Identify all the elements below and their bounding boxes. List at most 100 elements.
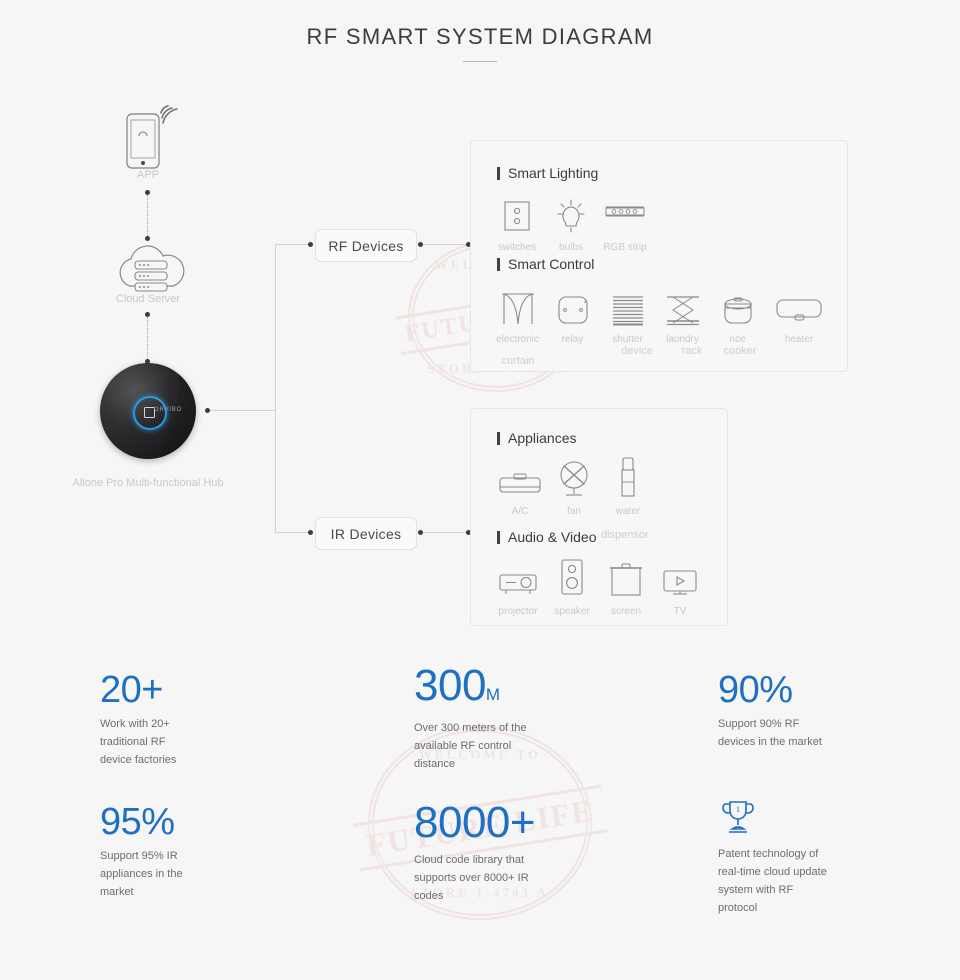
air-conditioner-icon	[498, 452, 542, 498]
smart-control-icon-row: electronic relay shutter laundry rice he…	[490, 280, 833, 347]
connector-app-cloud	[147, 195, 148, 238]
hub-label: Allone Pro Multi-functional Hub	[72, 477, 224, 489]
curtain-icon	[500, 280, 536, 326]
stat-card-90-percent: 90% Support 90% RF devices in the market	[718, 668, 838, 751]
appliances-icon-row: A/C fan water	[493, 452, 655, 519]
hub-brand-label: ORVIBO	[154, 407, 183, 413]
app-phone-icon	[125, 100, 178, 169]
speaker-icon	[559, 552, 585, 598]
stat-text: Cloud code library that supports over 80…	[414, 854, 529, 902]
device-label: TV	[673, 606, 687, 617]
stat-card-8000-plus: 8000+ Cloud code library that supports o…	[414, 798, 536, 905]
laundry-rack-icon	[664, 280, 702, 326]
shutter-icon	[611, 280, 645, 326]
stat-card-300m: 300M Over 300 meters of the available RF…	[414, 662, 554, 773]
device-label: A/C	[511, 506, 529, 517]
device-label: relay	[561, 334, 584, 345]
device-label: projector	[498, 606, 538, 617]
device-label: screen	[610, 606, 641, 617]
device-item-speaker[interactable]: speaker	[545, 552, 599, 619]
app-label: APP	[136, 169, 159, 181]
device-label: switches	[497, 242, 537, 253]
device-item-ac[interactable]: A/C	[493, 452, 547, 519]
device-item-screen[interactable]: screen	[599, 552, 653, 619]
flow-line-ir-panel	[423, 532, 468, 533]
stat-text: Support 90% RF devices in the market	[718, 718, 822, 748]
device-label: electronic	[496, 334, 539, 345]
smart-lighting-icon-row: switches bulbs RGB strip	[490, 188, 652, 255]
connector-node	[308, 530, 313, 535]
screen-icon	[608, 552, 644, 598]
device-item-laundry-rack[interactable]: laundry	[655, 280, 710, 347]
device-label: heater	[784, 334, 814, 345]
audio-video-icon-row: projector speaker screen TV	[491, 552, 707, 619]
tv-icon	[661, 552, 699, 598]
device-item-relay[interactable]: relay	[545, 280, 600, 347]
device-item-heater[interactable]: heater	[765, 280, 833, 347]
cloud-server-label: Cloud Server	[115, 293, 181, 305]
device-item-bulbs[interactable]: bulbs	[544, 188, 598, 255]
device-label: fan	[567, 506, 581, 517]
device-item-shutter-device[interactable]: shutter	[600, 280, 655, 347]
device-item-tv[interactable]: TV	[653, 552, 707, 619]
section-title-audio-video: Audio & Video	[497, 529, 596, 545]
stat-card-20-plus: 20+ Work with 20+ traditional RF device …	[100, 668, 200, 769]
svg-text:1: 1	[736, 805, 740, 814]
fan-icon	[556, 452, 592, 498]
stat-text: Over 300 meters of the available RF cont…	[414, 722, 527, 770]
rice-cooker-icon	[721, 280, 755, 326]
heater-icon	[774, 280, 824, 326]
rf-devices-label: RF Devices	[328, 237, 404, 254]
cloud-server-icon	[113, 236, 185, 292]
stat-value: 90%	[718, 669, 793, 711]
allone-pro-hub-device: ORVIBO	[100, 363, 196, 459]
flow-line-to-ir	[275, 532, 310, 533]
stat-value: 20+	[100, 669, 163, 711]
ir-devices-label: IR Devices	[330, 525, 402, 542]
flow-line-hub	[210, 410, 275, 411]
device-label: water	[615, 506, 641, 517]
device-item-water-dispenser[interactable]: water	[601, 452, 655, 519]
flow-line-to-rf	[275, 244, 310, 245]
device-item-rgb-strip[interactable]: RGB strip	[598, 188, 652, 255]
device-item-projector[interactable]: projector	[491, 552, 545, 619]
wall-switch-icon	[502, 188, 532, 234]
flow-line-trunk	[275, 244, 276, 533]
stat-value: 8000+	[414, 798, 536, 847]
device-label: speaker	[554, 606, 590, 617]
stat-value: 95%	[100, 801, 175, 843]
ir-devices-node[interactable]: IR Devices	[315, 517, 417, 550]
connector-cloud-hub	[147, 317, 148, 361]
relay-icon	[556, 280, 590, 326]
section-title-smart-lighting: Smart Lighting	[497, 165, 598, 181]
rgb-strip-icon	[604, 188, 646, 234]
device-label: bulbs	[559, 242, 583, 253]
rf-devices-node[interactable]: RF Devices	[315, 229, 417, 262]
diagram-page: WELCOME TO STORE 1-4703 A FUTURE LIFE WE…	[0, 0, 960, 980]
connector-node	[308, 242, 313, 247]
device-label-line2: cooker	[723, 345, 757, 357]
section-title-appliances: Appliances	[497, 430, 577, 446]
device-label-line2: curtain	[501, 355, 535, 367]
stat-text: Work with 20+ traditional RF device fact…	[100, 718, 177, 766]
light-bulb-icon	[553, 188, 589, 234]
water-dispenser-icon	[616, 452, 640, 498]
device-label: RGB strip	[603, 242, 647, 253]
stat-unit: M	[485, 685, 500, 704]
stat-text: Patent technology of real-time cloud upd…	[718, 848, 827, 914]
device-label-line2: dispensor	[601, 529, 649, 541]
flow-line-rf-panel	[423, 244, 468, 245]
projector-icon	[497, 552, 539, 598]
trophy-icon: 1	[718, 798, 828, 836]
device-item-rice-cooker[interactable]: rice	[710, 280, 765, 347]
device-item-electronic-curtain[interactable]: electronic	[490, 280, 545, 347]
stat-text: Support 95% IR appliances in the market	[100, 850, 183, 898]
device-item-fan[interactable]: fan	[547, 452, 601, 519]
device-item-switches[interactable]: switches	[490, 188, 544, 255]
stat-card-patent: 1 Patent technology of real-time cloud u…	[718, 798, 828, 917]
stat-value: 300	[414, 661, 486, 710]
section-title-smart-control: Smart Control	[497, 256, 594, 272]
page-title: RF SMART SYSTEM DIAGRAM	[306, 24, 654, 49]
stat-card-95-percent: 95% Support 95% IR appliances in the mar…	[100, 800, 200, 901]
title-divider	[463, 61, 497, 62]
